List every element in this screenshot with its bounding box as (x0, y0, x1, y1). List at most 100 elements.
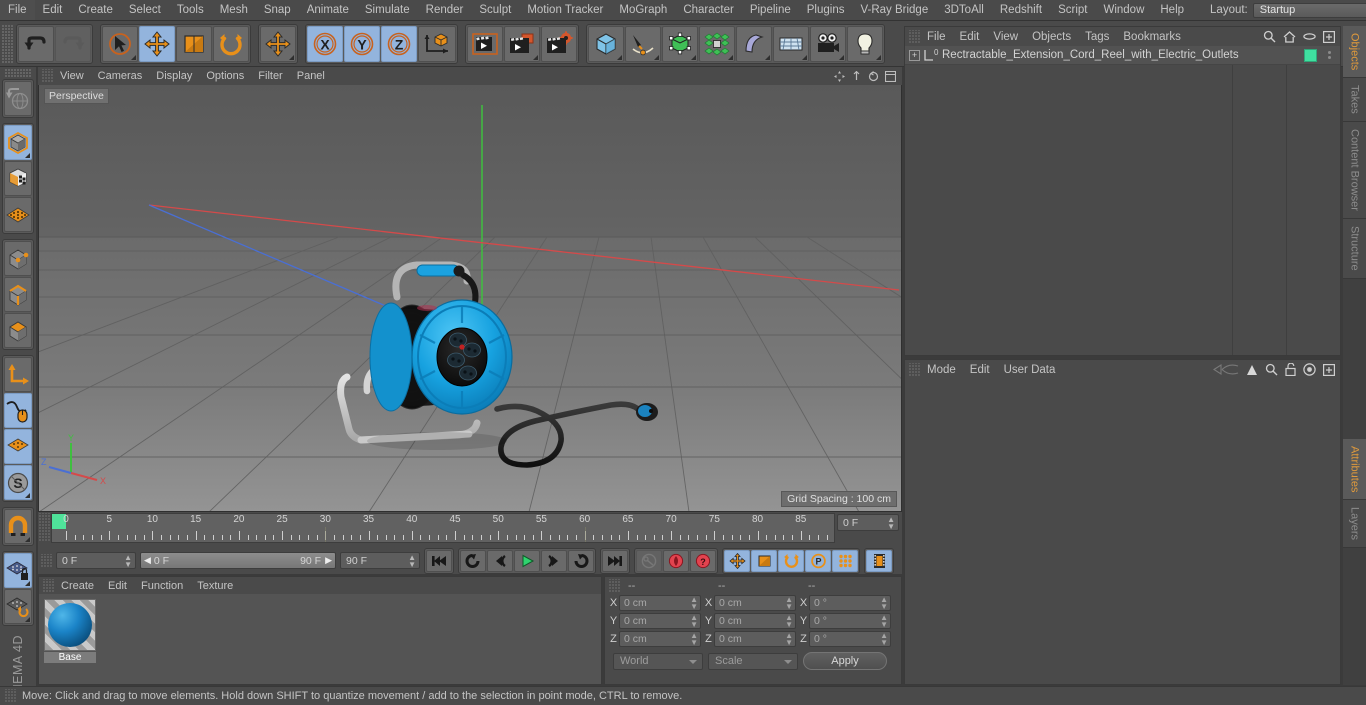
world-object-coordinates[interactable] (418, 25, 456, 62)
lock-y-axis[interactable]: Y (344, 25, 380, 62)
align-workplane-button[interactable] (4, 589, 32, 624)
coordinate-system-dropdown[interactable]: World (613, 652, 703, 670)
material-item[interactable]: Base (44, 599, 96, 679)
attribute-manager-grip[interactable] (908, 362, 920, 377)
menu-item-script[interactable]: Script (1050, 0, 1095, 20)
size-x-field[interactable]: 0 cm ▲ ▼ (714, 595, 796, 611)
expand-icon[interactable]: + (909, 49, 920, 61)
menu-item-render[interactable]: Render (418, 0, 472, 20)
object-menu-file[interactable]: File (920, 27, 953, 46)
menu-item-window[interactable]: Window (1095, 0, 1152, 20)
parameter-key-button[interactable] (832, 549, 858, 572)
add-cube-button[interactable] (588, 25, 624, 62)
live-selection-tool[interactable] (102, 25, 138, 62)
spinner-icon[interactable]: ▲ ▼ (785, 632, 793, 647)
menu-item-character[interactable]: Character (675, 0, 742, 20)
tab-takes[interactable]: Takes (1343, 78, 1366, 123)
menu-item-motion-tracker[interactable]: Motion Tracker (519, 0, 611, 20)
object-menu-view[interactable]: View (986, 27, 1025, 46)
preview-max-field[interactable]: 90 F ▲ ▼ (340, 552, 420, 569)
zoom-view-icon[interactable] (851, 70, 862, 82)
add-deformer-button[interactable] (736, 25, 772, 62)
tab-attributes[interactable]: Attributes (1343, 438, 1366, 501)
attribute-menu-mode[interactable]: Mode (920, 360, 963, 379)
spinner-icon[interactable]: ▲ ▼ (690, 614, 698, 629)
material-thumbnail[interactable] (44, 599, 96, 651)
material-list[interactable]: Base (39, 594, 601, 684)
rotation-key-button[interactable] (778, 549, 804, 572)
add-light-button[interactable] (847, 25, 883, 62)
rotate-tool[interactable] (213, 25, 249, 62)
menu-item-animate[interactable]: Animate (299, 0, 357, 20)
maximize-icon[interactable] (1323, 363, 1335, 376)
menu-item-help[interactable]: Help (1152, 0, 1192, 20)
enable-axis-button[interactable] (4, 197, 32, 232)
position-key-button[interactable] (724, 549, 750, 572)
object-manager-grip[interactable] (908, 29, 920, 44)
menu-item-simulate[interactable]: Simulate (357, 0, 418, 20)
add-spline-button[interactable] (625, 25, 661, 62)
menu-item-redshift[interactable]: Redshift (992, 0, 1050, 20)
position-x-field[interactable]: 0 cm ▲ ▼ (619, 595, 701, 611)
menu-item-3dtoall[interactable]: 3DToAll (936, 0, 992, 20)
table-row[interactable]: + 0 Rectractable_Extension_Cord_Reel_wit… (905, 46, 1340, 65)
layout-dropdown[interactable]: Startup (1252, 2, 1366, 18)
add-mograph-button[interactable] (699, 25, 735, 62)
viewport-menu-filter[interactable]: Filter (251, 67, 289, 85)
menu-item-file[interactable]: File (0, 0, 35, 20)
maximize-icon[interactable] (1323, 30, 1335, 43)
size-z-field[interactable]: 0 cm ▲ ▼ (714, 631, 796, 647)
menu-item-select[interactable]: Select (121, 0, 169, 20)
render-view-button[interactable] (467, 25, 503, 62)
record-active-objects-button[interactable] (636, 549, 662, 572)
object-tree[interactable]: + 0 Rectractable_Extension_Cord_Reel_wit… (905, 46, 1340, 355)
left-toolbar-grip[interactable] (5, 69, 31, 77)
target-icon[interactable] (1303, 363, 1316, 376)
attribute-menu-user-data[interactable]: User Data (997, 360, 1063, 379)
keyframe-selection-button[interactable]: ? (690, 549, 716, 572)
add-environment-button[interactable] (773, 25, 809, 62)
preview-min-field[interactable]: 0 F ▲ ▼ (56, 552, 136, 569)
points-mode-button[interactable] (4, 241, 32, 276)
tab-objects[interactable]: Objects (1343, 26, 1366, 79)
enable-snapping-button[interactable] (4, 393, 32, 428)
next-frame-button[interactable] (541, 549, 567, 572)
viewport-menu-options[interactable]: Options (199, 67, 251, 85)
material-menu-function[interactable]: Function (134, 577, 190, 594)
texture-axis-button[interactable] (4, 429, 32, 464)
ellipse-icon[interactable] (1303, 32, 1316, 41)
viewport-menu-cameras[interactable]: Cameras (91, 67, 150, 85)
viewport-3d[interactable]: Y X Z Perspective Grid Spacing : 100 cm (38, 85, 902, 512)
move-tool[interactable] (139, 25, 175, 62)
apply-button[interactable]: Apply (803, 652, 887, 670)
spinner-icon[interactable]: ▲ ▼ (785, 596, 793, 611)
menu-item-mograph[interactable]: MoGraph (611, 0, 675, 20)
render-to-picture-viewer-button[interactable] (504, 25, 540, 62)
lock-z-axis[interactable]: Z (381, 25, 417, 62)
rotation-z-field[interactable]: 0 ° ▲ ▼ (809, 631, 891, 647)
viewport-menu-display[interactable]: Display (149, 67, 199, 85)
object-menu-tags[interactable]: Tags (1078, 27, 1116, 46)
go-to-end-button[interactable] (602, 549, 628, 572)
undo-button[interactable] (18, 25, 54, 62)
home-icon[interactable] (1283, 30, 1296, 43)
range-right-arrow-icon[interactable]: ▶ (325, 555, 332, 566)
lock-icon[interactable] (1285, 363, 1296, 376)
lock-x-axis[interactable]: X (307, 25, 343, 62)
go-to-start-button[interactable] (426, 549, 452, 572)
magnet-tool-button[interactable] (4, 509, 32, 544)
current-frame-field[interactable]: 0 F ▲ ▼ (837, 514, 899, 531)
spinner-icon[interactable]: ▲ ▼ (690, 632, 698, 647)
move-duplicate-tool[interactable] (260, 25, 296, 62)
object-menu-edit[interactable]: Edit (953, 27, 987, 46)
size-y-field[interactable]: 0 cm ▲ ▼ (714, 613, 796, 629)
timeline-grip[interactable] (38, 513, 50, 541)
edges-mode-button[interactable] (4, 277, 32, 312)
spinner-icon[interactable]: ▲ ▼ (690, 596, 698, 611)
pin-up-icon[interactable] (1246, 364, 1258, 376)
maximize-view-icon[interactable] (885, 70, 896, 82)
render-settings-button[interactable] (541, 25, 577, 62)
scale-key-button[interactable] (751, 549, 777, 572)
tab-layers[interactable]: Layers (1343, 500, 1366, 549)
add-camera-button[interactable] (810, 25, 846, 62)
